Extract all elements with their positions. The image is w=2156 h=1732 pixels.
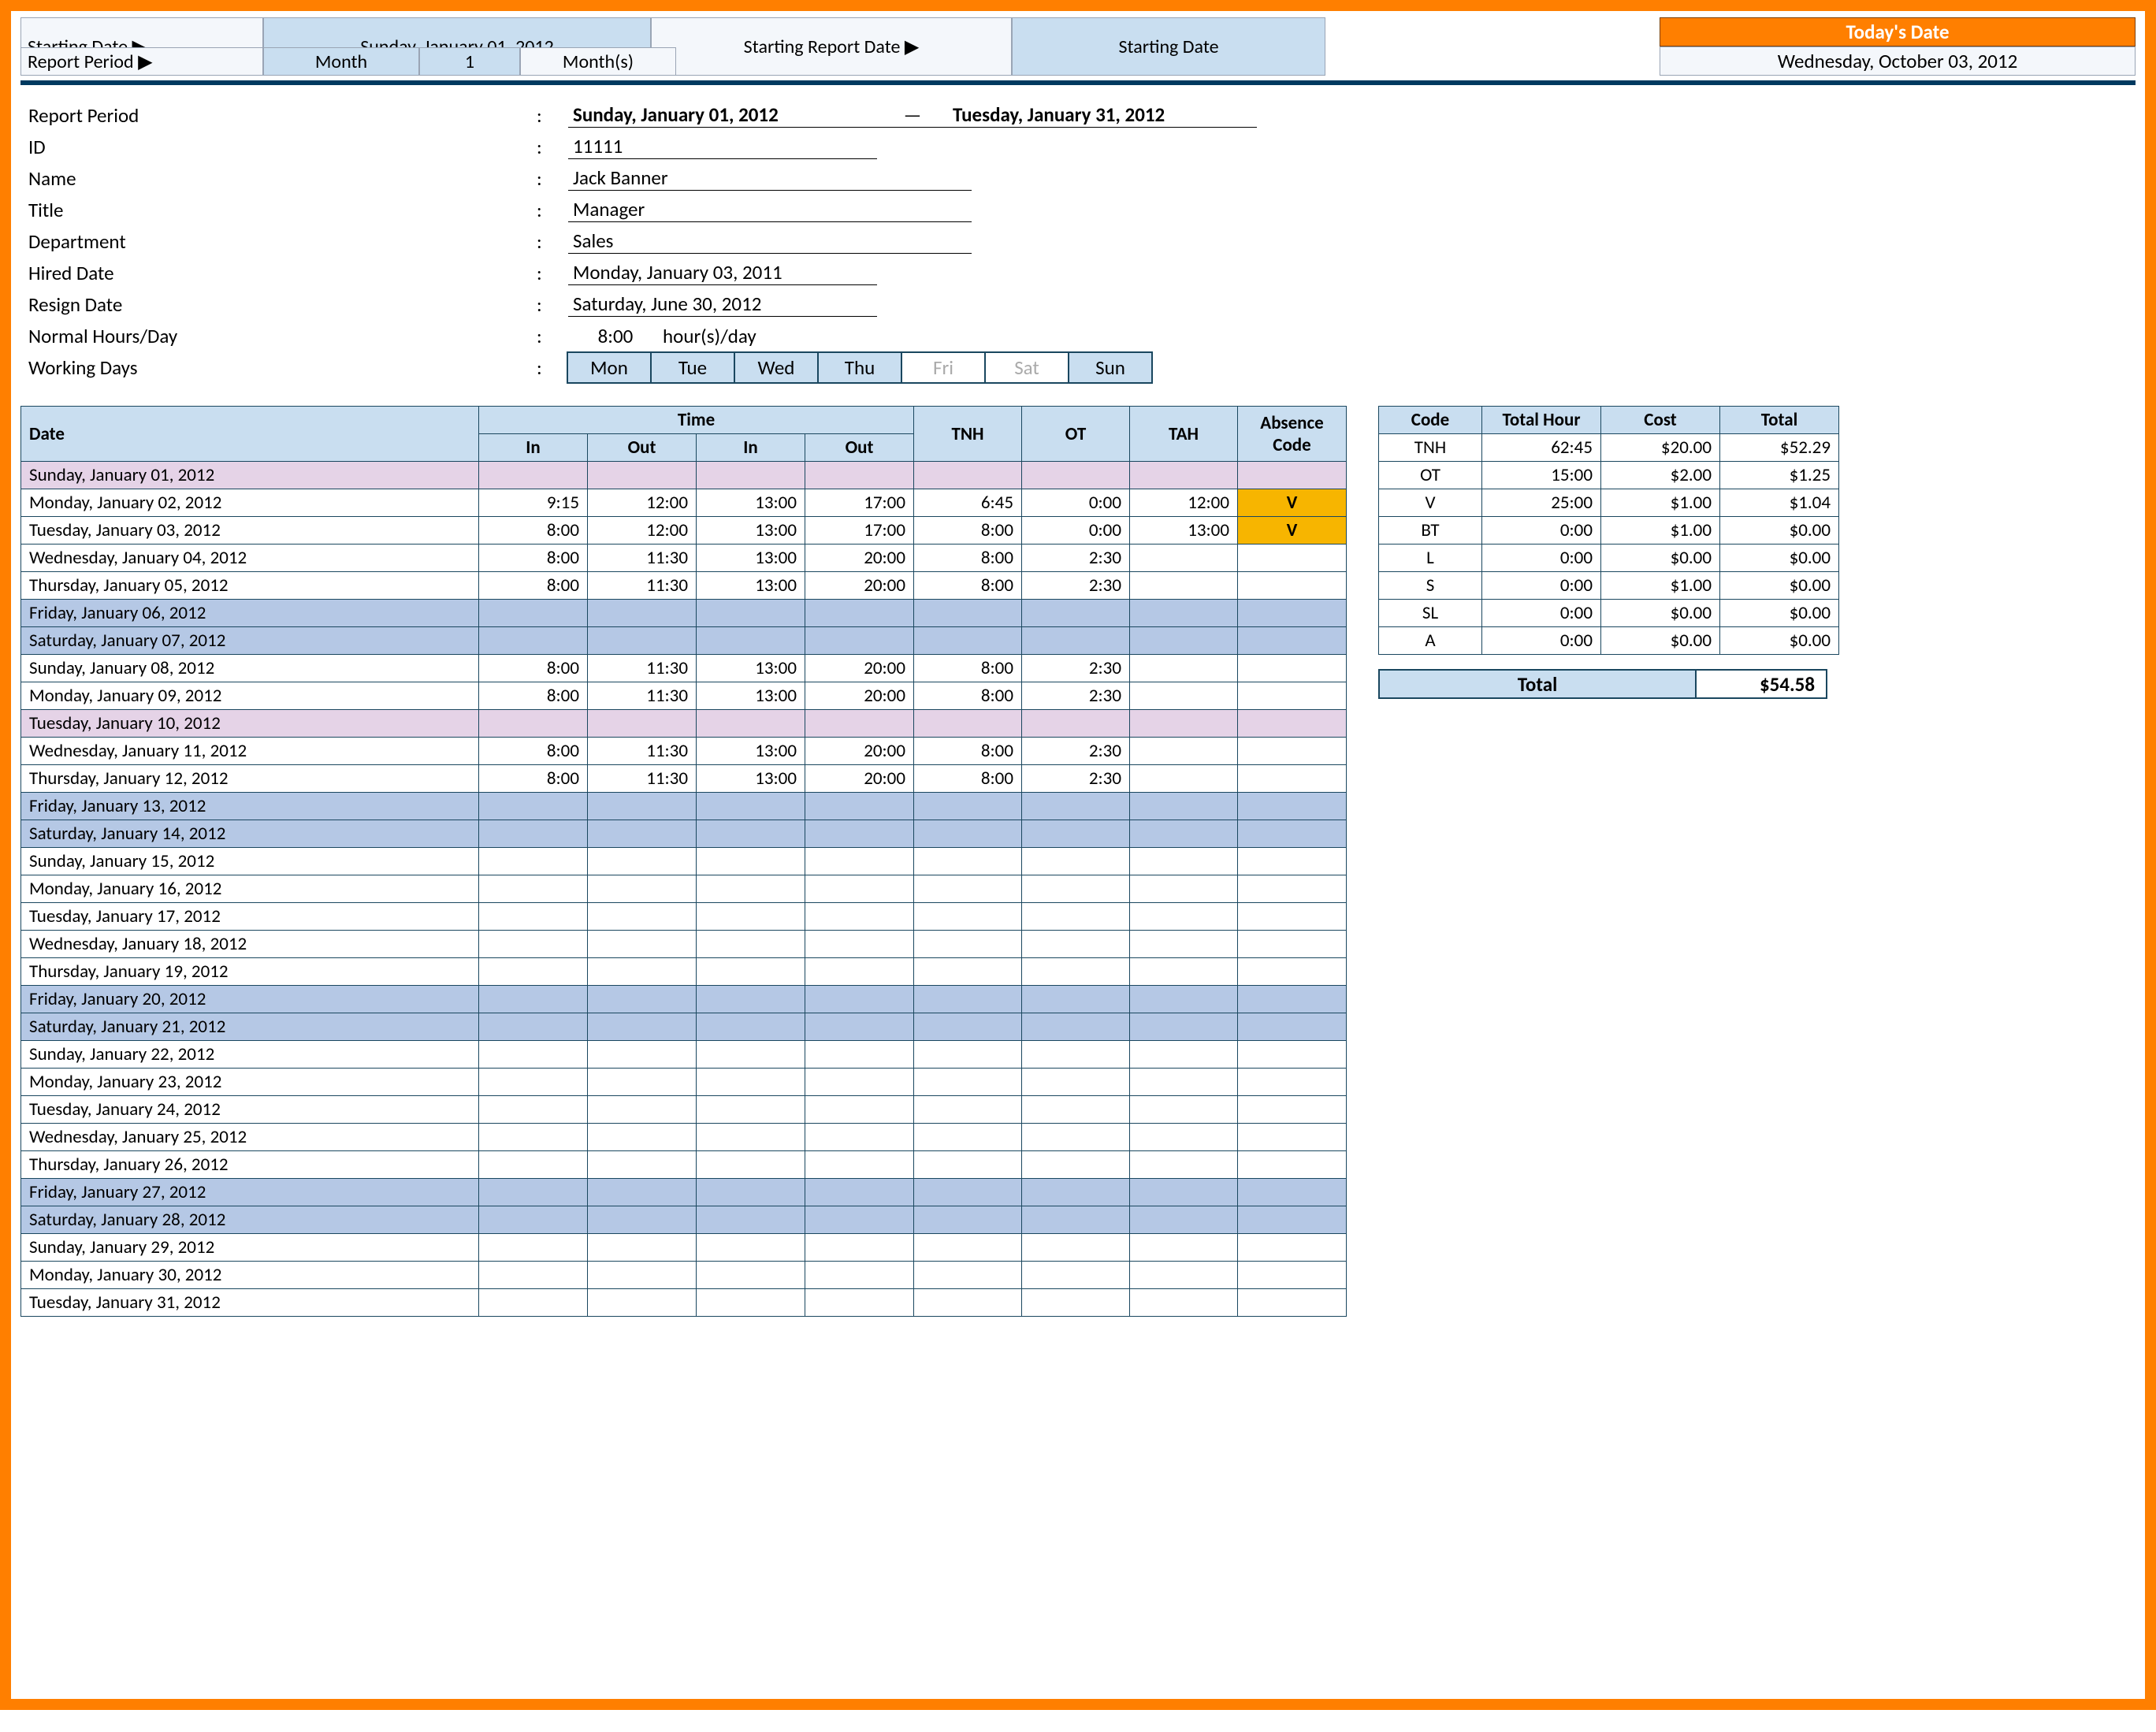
table-row: Sunday, January 29, 2012 (21, 1234, 1347, 1262)
th-ot: OT (1022, 407, 1130, 462)
dept-value: Sales (568, 229, 972, 254)
todays-date-block: Today's Date Wednesday, October 03, 2012 (1660, 17, 2136, 76)
table-row: Friday, January 20, 2012 (21, 986, 1347, 1013)
table-row: Wednesday, January 18, 2012 (21, 931, 1347, 958)
table-row: Friday, January 13, 2012 (21, 793, 1347, 820)
table-row: Saturday, January 07, 2012 (21, 627, 1347, 655)
separator-line (20, 80, 2136, 85)
wdays-label: Working Days (28, 355, 537, 380)
resign-label: Resign Date (28, 292, 537, 317)
summary-row: A0:00$0.00$0.00 (1379, 627, 1839, 655)
dash-icon: — (877, 102, 948, 128)
table-row: Saturday, January 14, 2012 (21, 820, 1347, 848)
table-row: Sunday, January 01, 2012 (21, 462, 1347, 489)
todays-date-label: Today's Date (1660, 17, 2136, 46)
th-out1: Out (588, 434, 697, 462)
report-period-count[interactable]: 1 (419, 47, 520, 76)
table-row: Sunday, January 08, 20128:0011:3013:0020… (21, 655, 1347, 682)
summary-table: Code Total Hour Cost Total TNH62:45$20.0… (1378, 406, 1839, 655)
table-row: Tuesday, January 17, 2012 (21, 903, 1347, 931)
nhd-units: hour(s)/day (663, 324, 756, 348)
summary-row: BT0:00$1.00$0.00 (1379, 517, 1839, 545)
starting-report-date-value[interactable]: Starting Date (1012, 17, 1325, 76)
th-in1: In (479, 434, 588, 462)
id-label: ID (28, 135, 537, 159)
report-period-month-label[interactable]: Month (263, 47, 419, 76)
th-absence: Absence Code (1238, 407, 1347, 462)
th-tnh: TNH (914, 407, 1022, 462)
working-days: MonTueWedThuFriSatSun (568, 351, 1153, 384)
table-row: Monday, January 23, 2012 (21, 1069, 1347, 1096)
table-row: Monday, January 02, 20129:1512:0013:0017… (21, 489, 1347, 517)
table-row: Friday, January 06, 2012 (21, 600, 1347, 627)
nhd-hours: 8:00 (568, 324, 663, 348)
table-row: Monday, January 30, 2012 (21, 1262, 1347, 1289)
table-row: Friday, January 27, 2012 (21, 1179, 1347, 1206)
employee-info: Report Period : Sunday, January 01, 2012… (28, 99, 2136, 384)
starting-report-date-label: Starting Report Date ▶ (651, 17, 1012, 76)
hired-label: Hired Date (28, 261, 537, 285)
summary-row: OT15:00$2.00$1.25 (1379, 462, 1839, 489)
table-row: Monday, January 09, 20128:0011:3013:0020… (21, 682, 1347, 710)
title-label: Title (28, 198, 537, 222)
title-value: Manager (568, 197, 972, 222)
period-to: Tuesday, January 31, 2012 (948, 102, 1257, 128)
th-date: Date (21, 407, 479, 462)
report-period-info-label: Report Period (28, 103, 537, 128)
report-period-label: Report Period ▶ (20, 47, 263, 76)
grand-total-row: Total $54.58 (1378, 669, 1839, 699)
timesheet-table: Date Time TNH OT TAH Absence Code In Out… (20, 406, 1347, 1317)
th-tah: TAH (1130, 407, 1238, 462)
nhd-label: Normal Hours/Day (28, 324, 537, 348)
working-day-thu[interactable]: Thu (817, 351, 902, 384)
period-from: Sunday, January 01, 2012 (568, 102, 877, 128)
name-label: Name (28, 166, 537, 191)
id-value: 11111 (568, 134, 877, 159)
table-row: Saturday, January 28, 2012 (21, 1206, 1347, 1234)
table-row: Tuesday, January 03, 20128:0012:0013:001… (21, 517, 1347, 545)
name-value: Jack Banner (568, 165, 972, 191)
table-row: Tuesday, January 24, 2012 (21, 1096, 1347, 1124)
working-day-mon[interactable]: Mon (567, 351, 652, 384)
grand-total-value: $54.58 (1697, 669, 1827, 699)
working-day-fri[interactable]: Fri (901, 351, 986, 384)
th-in2: In (697, 434, 805, 462)
working-day-tue[interactable]: Tue (650, 351, 735, 384)
todays-date-value: Wednesday, October 03, 2012 (1660, 46, 2136, 76)
table-row: Thursday, January 26, 2012 (21, 1151, 1347, 1179)
table-row: Tuesday, January 10, 2012 (21, 710, 1347, 738)
table-row: Thursday, January 05, 20128:0011:3013:00… (21, 572, 1347, 600)
table-row: Tuesday, January 31, 2012 (21, 1289, 1347, 1317)
table-row: Wednesday, January 04, 20128:0011:3013:0… (21, 545, 1347, 572)
summary-row: SL0:00$0.00$0.00 (1379, 600, 1839, 627)
report-period-units: Month(s) (520, 47, 676, 76)
hired-value: Monday, January 03, 2011 (568, 260, 877, 285)
table-row: Wednesday, January 11, 20128:0011:3013:0… (21, 738, 1347, 765)
th-hour: Total Hour (1482, 407, 1601, 434)
th-total: Total (1720, 407, 1839, 434)
th-code: Code (1379, 407, 1482, 434)
summary-row: V25:00$1.00$1.04 (1379, 489, 1839, 517)
th-out2: Out (805, 434, 914, 462)
working-day-sat[interactable]: Sat (984, 351, 1069, 384)
summary-row: S0:00$1.00$0.00 (1379, 572, 1839, 600)
th-cost: Cost (1601, 407, 1720, 434)
table-row: Monday, January 16, 2012 (21, 875, 1347, 903)
summary-row: TNH62:45$20.00$52.29 (1379, 434, 1839, 462)
table-row: Wednesday, January 25, 2012 (21, 1124, 1347, 1151)
summary-row: L0:00$0.00$0.00 (1379, 545, 1839, 572)
table-row: Sunday, January 15, 2012 (21, 848, 1347, 875)
th-time: Time (479, 407, 914, 434)
table-row: Sunday, January 22, 2012 (21, 1041, 1347, 1069)
table-row: Thursday, January 19, 2012 (21, 958, 1347, 986)
table-row: Thursday, January 12, 20128:0011:3013:00… (21, 765, 1347, 793)
resign-value: Saturday, June 30, 2012 (568, 292, 877, 317)
working-day-wed[interactable]: Wed (734, 351, 819, 384)
working-day-sun[interactable]: Sun (1068, 351, 1153, 384)
table-row: Saturday, January 21, 2012 (21, 1013, 1347, 1041)
dept-label: Department (28, 229, 537, 254)
grand-total-label: Total (1378, 669, 1697, 699)
